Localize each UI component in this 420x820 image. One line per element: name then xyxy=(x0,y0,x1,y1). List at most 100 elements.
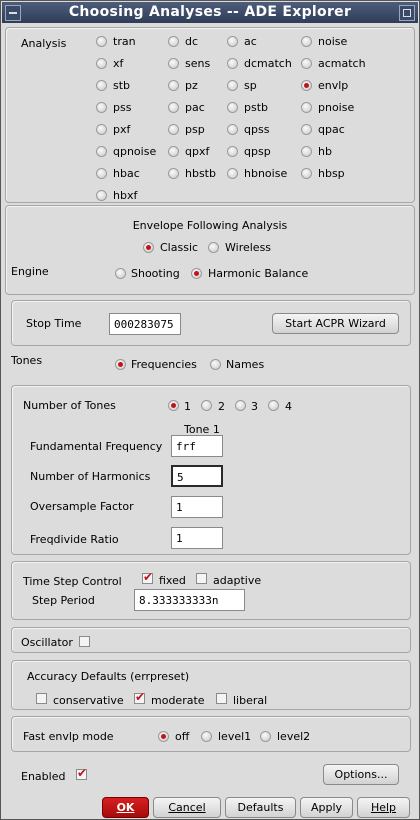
analysis-qpxf-label[interactable]: qpxf xyxy=(185,145,209,158)
title-bar[interactable]: Choosing Analyses -- ADE Explorer xyxy=(2,2,418,23)
step-period-input[interactable]: 8.333333333n xyxy=(134,589,245,611)
analysis-tran-radio[interactable] xyxy=(96,36,107,47)
analysis-envlp-radio[interactable] xyxy=(301,80,312,91)
engine-shooting-label[interactable]: Shooting xyxy=(131,267,180,280)
analysis-hbsp-radio[interactable] xyxy=(301,168,312,179)
fast-level1-radio[interactable] xyxy=(201,731,212,742)
analysis-hbsp-label[interactable]: hbsp xyxy=(318,167,345,180)
enabled-checkbox[interactable] xyxy=(76,766,87,780)
analysis-pnoise-label[interactable]: pnoise xyxy=(318,101,354,114)
engine-hb-radio[interactable] xyxy=(191,268,202,279)
tones-frequencies-radio[interactable] xyxy=(115,359,126,370)
analysis-pac-radio[interactable] xyxy=(168,102,179,113)
analysis-dc-radio[interactable] xyxy=(168,36,179,47)
mode-wireless-label[interactable]: Wireless xyxy=(225,241,271,254)
analysis-qpss-radio[interactable] xyxy=(227,124,238,135)
fast-level2-radio[interactable] xyxy=(260,731,271,742)
cancel-button[interactable]: Cancel xyxy=(153,797,221,818)
analysis-stb-label[interactable]: stb xyxy=(113,79,130,92)
fund-freq-input[interactable]: frf xyxy=(171,435,223,457)
analysis-pac-label[interactable]: pac xyxy=(185,101,205,114)
engine-shooting-radio[interactable] xyxy=(115,268,126,279)
analysis-hbxf-radio[interactable] xyxy=(96,190,107,201)
mode-classic-radio[interactable] xyxy=(143,242,154,253)
analysis-stb-radio[interactable] xyxy=(96,80,107,91)
analysis-pstb-label[interactable]: pstb xyxy=(244,101,268,114)
analysis-acmatch-label[interactable]: acmatch xyxy=(318,57,366,70)
analysis-pxf-radio[interactable] xyxy=(96,124,107,135)
conservative-label[interactable]: conservative xyxy=(53,694,124,707)
tones-names-radio[interactable] xyxy=(210,359,221,370)
analysis-pz-radio[interactable] xyxy=(168,80,179,91)
analysis-sens-label[interactable]: sens xyxy=(185,57,210,70)
analysis-xf-radio[interactable] xyxy=(96,58,107,69)
mode-classic-label[interactable]: Classic xyxy=(160,241,198,254)
analysis-qpnoise-label[interactable]: qpnoise xyxy=(113,145,156,158)
fixed-label[interactable]: fixed xyxy=(159,574,186,587)
adaptive-checkbox[interactable] xyxy=(196,573,207,584)
defaults-button[interactable]: Defaults xyxy=(225,797,296,818)
num-tones-1-label[interactable]: 1 xyxy=(184,400,191,413)
analysis-noise-label[interactable]: noise xyxy=(318,35,347,48)
analysis-psp-radio[interactable] xyxy=(168,124,179,135)
analysis-qpnoise-radio[interactable] xyxy=(96,146,107,157)
liberal-checkbox[interactable] xyxy=(216,693,227,704)
freqdivide-input[interactable]: 1 xyxy=(171,527,223,549)
analysis-sp-label[interactable]: sp xyxy=(244,79,257,92)
oscillator-checkbox[interactable] xyxy=(79,636,90,647)
moderate-label[interactable]: moderate xyxy=(151,694,205,707)
analysis-pss-label[interactable]: pss xyxy=(113,101,131,114)
analysis-sp-radio[interactable] xyxy=(227,80,238,91)
stop-time-input[interactable]: 000283075 xyxy=(109,313,181,335)
analysis-pstb-radio[interactable] xyxy=(227,102,238,113)
analysis-noise-radio[interactable] xyxy=(301,36,312,47)
analysis-hbac-label[interactable]: hbac xyxy=(113,167,140,180)
analysis-qpac-label[interactable]: qpac xyxy=(318,123,345,136)
analysis-qpac-radio[interactable] xyxy=(301,124,312,135)
analysis-ac-label[interactable]: ac xyxy=(244,35,257,48)
num-tones-1-radio[interactable] xyxy=(168,400,179,411)
analysis-hbstb-radio[interactable] xyxy=(168,168,179,179)
analysis-dcmatch-radio[interactable] xyxy=(227,58,238,69)
num-tones-3-label[interactable]: 3 xyxy=(251,400,258,413)
moderate-checkbox[interactable] xyxy=(134,690,145,704)
analysis-qpxf-radio[interactable] xyxy=(168,146,179,157)
help-button[interactable]: Help xyxy=(357,797,410,818)
fast-level1-label[interactable]: level1 xyxy=(218,730,251,743)
analysis-sens-radio[interactable] xyxy=(168,58,179,69)
analysis-envlp-label[interactable]: envlp xyxy=(318,79,348,92)
analysis-hbnoise-radio[interactable] xyxy=(227,168,238,179)
analysis-acmatch-radio[interactable] xyxy=(301,58,312,69)
fixed-checkbox[interactable] xyxy=(142,570,153,584)
analysis-psp-label[interactable]: psp xyxy=(185,123,205,136)
analysis-hbac-radio[interactable] xyxy=(96,168,107,179)
num-tones-3-radio[interactable] xyxy=(235,400,246,411)
analysis-qpsp-label[interactable]: qpsp xyxy=(244,145,271,158)
analysis-tran-label[interactable]: tran xyxy=(113,35,136,48)
analysis-qpsp-radio[interactable] xyxy=(227,146,238,157)
start-acpr-wizard-button[interactable]: Start ACPR Wizard xyxy=(272,313,399,334)
num-harmonics-input[interactable]: 5 xyxy=(171,465,223,487)
analysis-hb-radio[interactable] xyxy=(301,146,312,157)
conservative-checkbox[interactable] xyxy=(36,693,47,704)
mode-wireless-radio[interactable] xyxy=(208,242,219,253)
apply-button[interactable]: Apply xyxy=(300,797,353,818)
analysis-ac-radio[interactable] xyxy=(227,36,238,47)
num-tones-2-label[interactable]: 2 xyxy=(218,400,225,413)
analysis-dc-label[interactable]: dc xyxy=(185,35,198,48)
analysis-xf-label[interactable]: xf xyxy=(113,57,123,70)
num-tones-4-label[interactable]: 4 xyxy=(285,400,292,413)
analysis-pxf-label[interactable]: pxf xyxy=(113,123,130,136)
options-button[interactable]: Options... xyxy=(323,764,399,785)
analysis-pss-radio[interactable] xyxy=(96,102,107,113)
fast-off-label[interactable]: off xyxy=(175,730,189,743)
analysis-pnoise-radio[interactable] xyxy=(301,102,312,113)
analysis-dcmatch-label[interactable]: dcmatch xyxy=(244,57,292,70)
liberal-label[interactable]: liberal xyxy=(233,694,267,707)
fast-off-radio[interactable] xyxy=(158,731,169,742)
ok-button[interactable]: OK xyxy=(102,797,149,818)
analysis-hbxf-label[interactable]: hbxf xyxy=(113,189,137,202)
analysis-hbnoise-label[interactable]: hbnoise xyxy=(244,167,287,180)
num-tones-2-radio[interactable] xyxy=(201,400,212,411)
tones-frequencies-label[interactable]: Frequencies xyxy=(131,358,197,371)
